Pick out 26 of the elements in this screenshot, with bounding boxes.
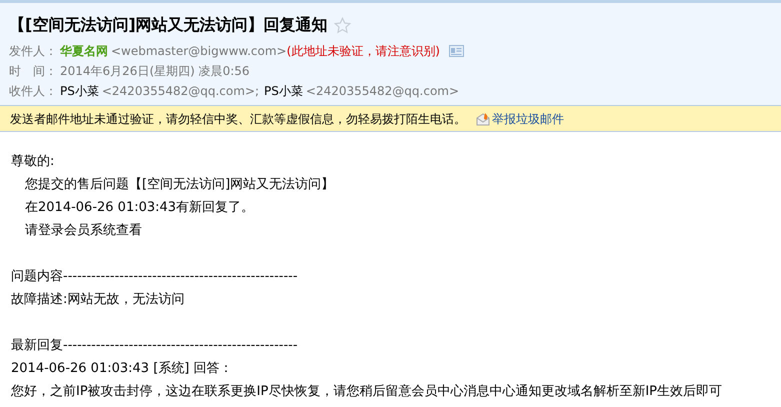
recipient-address: <2420355482@qq.com> xyxy=(306,83,460,100)
warning-message: 发送者邮件地址未通过验证，请勿轻信中奖、汇款等虚假信息，勿轻易拨打陌生电话。 xyxy=(10,110,466,128)
sender-name: 华夏名网 xyxy=(60,43,108,60)
recipient-address: <2420355482@qq.com>; xyxy=(102,83,260,100)
body-text: 在2014-06-26 01:03:43有新回复了。 xyxy=(24,199,256,217)
email-subject: 【[空间无法访问]网站又无法访问】回复通知 xyxy=(9,14,328,36)
sent-time: 2014年6月26日(星期四) 凌晨0:56 xyxy=(60,63,250,80)
body-text: 请登录会员系统查看 xyxy=(24,222,143,240)
recipient-name: PS小菜 xyxy=(264,83,303,100)
body-text: 最新回复-------------------------------------------------- xyxy=(11,337,299,355)
envelope-flame-icon xyxy=(476,112,490,126)
body-text: 您提交的售后问题【[空间无法访问]网站又无法访问】 xyxy=(24,176,336,194)
field-label: 收件人： xyxy=(9,83,57,100)
star-icon[interactable] xyxy=(334,16,351,34)
body-text: 故障描述:网站无故，无法访问 xyxy=(11,291,186,309)
field-label: 时 间： xyxy=(9,63,57,80)
contact-card-icon[interactable] xyxy=(448,45,464,57)
warning-text: (此地址未验证，请注意识别) xyxy=(286,43,440,60)
sender-address: <webmaster@bigwww.com> xyxy=(111,43,287,60)
report-spam-link[interactable]: 举报垃圾邮件 xyxy=(492,110,564,128)
recipient-name: PS小菜 xyxy=(60,83,99,100)
body-text: 2014-06-26 01:03:43 [系统] 回答： xyxy=(11,360,234,378)
body-text: 您好，之前IP被攻击封停，这边在联系更换IP尽快恢复，请您稍后留意会员中心消息中心通知更改域名解析至新IP生效后即可 xyxy=(11,383,724,401)
field-label: 发件人： xyxy=(9,43,57,60)
body-text: 尊敬的: xyxy=(11,153,56,171)
body-text: 问题内容-------------------------------------------------- xyxy=(11,268,299,286)
